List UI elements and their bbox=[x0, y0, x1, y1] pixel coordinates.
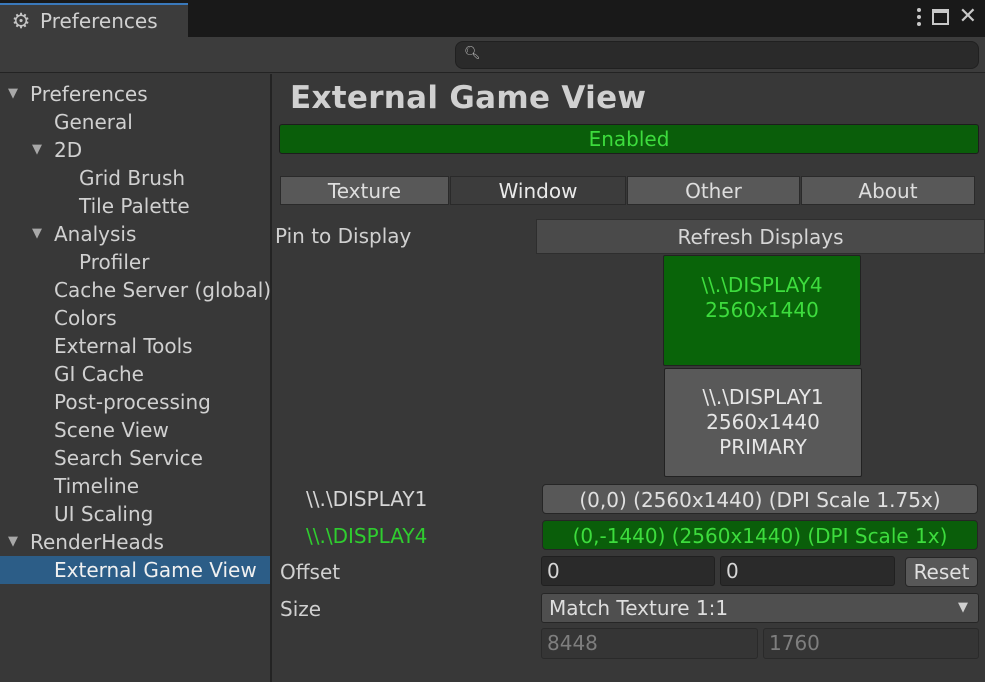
expand-arrow-icon[interactable]: ▼ bbox=[32, 220, 42, 248]
sidebar-item-label: General bbox=[54, 110, 133, 134]
sidebar-item-label: Cache Server (global) bbox=[54, 278, 272, 302]
sidebar-item-post-processing[interactable]: Post-processing bbox=[54, 388, 211, 416]
sidebar-item-label: Profiler bbox=[79, 250, 150, 274]
preferences-tab[interactable]: ⚙ Preferences bbox=[0, 3, 188, 37]
sidebar-item-analysis[interactable]: ▼ Analysis bbox=[0, 220, 270, 248]
sidebar-item-colors[interactable]: Colors bbox=[54, 304, 117, 332]
gear-icon: ⚙ bbox=[11, 9, 31, 33]
sidebar-item-cache-server[interactable]: Cache Server (global) bbox=[54, 276, 271, 304]
sidebar-item-scene-view[interactable]: Scene View bbox=[54, 416, 169, 444]
display-resolution: 2560x1440 bbox=[705, 298, 819, 322]
tab-other[interactable]: Other bbox=[627, 176, 800, 205]
sidebar-item-external-tools[interactable]: External Tools bbox=[54, 332, 193, 360]
display4-tile[interactable]: \\.\DISPLAY4 2560x1440 bbox=[663, 255, 861, 366]
enabled-toggle-button[interactable]: Enabled bbox=[279, 124, 979, 154]
sidebar-item-label: External Tools bbox=[54, 334, 193, 358]
pin-to-display-label: Pin to Display bbox=[275, 224, 412, 248]
size-label: Size bbox=[280, 597, 322, 621]
window-title-bar: ⚙ Preferences ✕ bbox=[0, 0, 985, 37]
display1-tile[interactable]: \\.\DISPLAY1 2560x1440 PRIMARY bbox=[664, 368, 862, 477]
page-title: External Game View bbox=[290, 80, 647, 116]
sidebar-item-label: RenderHeads bbox=[30, 530, 164, 554]
reset-button[interactable]: Reset bbox=[905, 557, 978, 587]
sidebar-item-label: Colors bbox=[54, 306, 117, 330]
sidebar-item-label: Grid Brush bbox=[79, 166, 186, 190]
maximize-icon[interactable] bbox=[931, 9, 949, 25]
size-dropdown-value: Match Texture 1:1 bbox=[549, 596, 729, 620]
sidebar-item-external-game-view[interactable]: External Game View bbox=[0, 556, 270, 584]
display-name: \\.\DISPLAY4 bbox=[701, 273, 823, 297]
chevron-down-icon: ▼ bbox=[958, 600, 968, 615]
sidebar-item-timeline[interactable]: Timeline bbox=[54, 472, 139, 500]
tab-title: Preferences bbox=[40, 9, 158, 33]
sidebar-item-label: Post-processing bbox=[54, 390, 211, 414]
tab-about[interactable]: About bbox=[801, 176, 975, 205]
window-controls: ✕ bbox=[916, 6, 977, 28]
sidebar-item-ui-scaling[interactable]: UI Scaling bbox=[54, 500, 153, 528]
display-name: \\.\DISPLAY1 bbox=[702, 385, 824, 409]
sidebar-item-label: External Game View bbox=[54, 558, 257, 582]
offset-y-field[interactable]: 0 bbox=[720, 556, 895, 586]
sidebar-item-grid-brush[interactable]: Grid Brush bbox=[79, 164, 185, 192]
size-height-field: 1760 bbox=[763, 628, 979, 659]
search-icon: 🔍︎ bbox=[464, 46, 481, 61]
display-resolution: 2560x1440 bbox=[706, 410, 820, 434]
sidebar-item-label: Analysis bbox=[54, 222, 137, 246]
settings-panel: External Game View Enabled Texture Windo… bbox=[274, 74, 985, 682]
expand-arrow-icon[interactable]: ▼ bbox=[8, 528, 18, 556]
display4-select-button[interactable]: (0,-1440) (2560x1440) (DPI Scale 1x) bbox=[542, 520, 978, 550]
offset-label: Offset bbox=[280, 560, 341, 584]
display-primary-badge: PRIMARY bbox=[719, 435, 807, 459]
sidebar-item-label: Preferences bbox=[30, 82, 148, 106]
tab-texture[interactable]: Texture bbox=[280, 176, 449, 205]
search-box[interactable]: 🔍︎ bbox=[455, 41, 979, 69]
size-width-field: 8448 bbox=[541, 628, 758, 659]
sidebar-item-tile-palette[interactable]: Tile Palette bbox=[79, 192, 190, 220]
sidebar-item-label: Timeline bbox=[54, 474, 140, 498]
refresh-displays-button[interactable]: Refresh Displays bbox=[536, 219, 985, 254]
sidebar-item-label: Tile Palette bbox=[79, 194, 190, 218]
sidebar-item-2d[interactable]: ▼ 2D bbox=[0, 136, 270, 164]
preferences-sidebar: ▼ Preferences General ▼ 2D Grid Brush Ti… bbox=[0, 74, 272, 682]
close-icon[interactable]: ✕ bbox=[959, 6, 977, 28]
tab-window[interactable]: Window bbox=[450, 176, 626, 205]
sidebar-item-preferences[interactable]: ▼ Preferences bbox=[0, 80, 270, 108]
expand-arrow-icon[interactable]: ▼ bbox=[8, 80, 18, 108]
offset-x-field[interactable]: 0 bbox=[541, 556, 715, 586]
toolbar: 🔍︎ bbox=[0, 37, 985, 73]
sidebar-item-label: 2D bbox=[54, 138, 83, 162]
sidebar-item-profiler[interactable]: Profiler bbox=[79, 248, 149, 276]
sidebar-item-label: Scene View bbox=[54, 418, 169, 442]
sidebar-item-label: UI Scaling bbox=[54, 502, 154, 526]
search-input[interactable] bbox=[482, 44, 972, 66]
section-tabs: Texture Window Other About bbox=[280, 176, 976, 205]
display1-select-button[interactable]: (0,0) (2560x1440) (DPI Scale 1.75x) bbox=[542, 484, 978, 514]
sidebar-item-label: GI Cache bbox=[54, 362, 144, 386]
expand-arrow-icon[interactable]: ▼ bbox=[32, 136, 42, 164]
sidebar-item-renderheads[interactable]: ▼ RenderHeads bbox=[0, 528, 270, 556]
sidebar-item-label: Search Service bbox=[54, 446, 203, 470]
sidebar-item-general[interactable]: General bbox=[54, 108, 133, 136]
more-options-icon[interactable] bbox=[916, 8, 922, 26]
sidebar-item-gi-cache[interactable]: GI Cache bbox=[54, 360, 144, 388]
sidebar-item-search-service[interactable]: Search Service bbox=[54, 444, 203, 472]
size-dropdown[interactable]: Match Texture 1:1 ▼ bbox=[541, 593, 979, 623]
display1-label: \\.\DISPLAY1 bbox=[306, 487, 428, 511]
display4-label: \\.\DISPLAY4 bbox=[306, 524, 428, 548]
